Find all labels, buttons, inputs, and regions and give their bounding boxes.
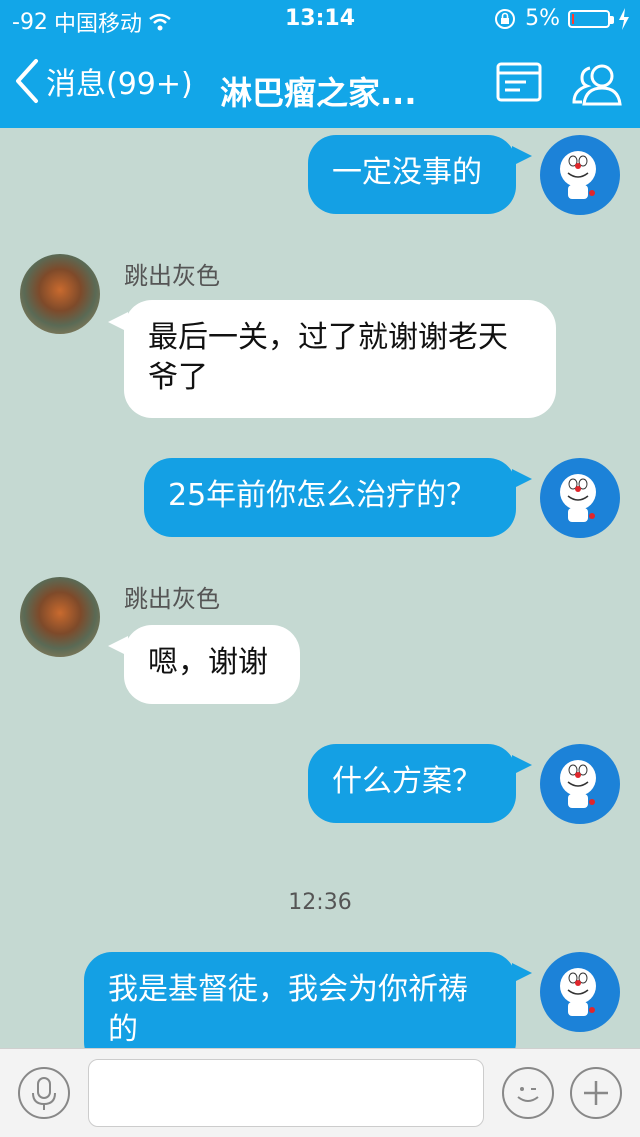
message-bubble-incoming[interactable]: 最后一关，过了就谢谢老天 爷了 xyxy=(124,300,556,418)
doraemon-avatar-icon xyxy=(560,968,596,1016)
message-timestamp: 12:36 xyxy=(288,890,352,915)
message-text: 25年前你怎么治疗的？ xyxy=(168,478,477,513)
bubble-tail xyxy=(108,312,128,332)
group-members-icon[interactable] xyxy=(570,62,626,106)
bubble-tail xyxy=(512,963,532,983)
message-text-line: 最后一关，过了就谢谢老天 xyxy=(148,320,508,355)
my-avatar[interactable] xyxy=(540,458,620,538)
sender-name: 跳出灰色 xyxy=(124,585,220,613)
bubble-tail xyxy=(108,636,128,656)
bubble-tail xyxy=(512,469,532,489)
message-text: 嗯，谢谢 xyxy=(148,645,268,680)
my-avatar[interactable] xyxy=(540,952,620,1032)
my-avatar[interactable] xyxy=(540,744,620,824)
doraemon-avatar-icon xyxy=(560,760,596,808)
input-bar xyxy=(0,1048,640,1137)
battery-percent: 5% xyxy=(525,6,560,31)
battery-level-fill xyxy=(572,13,574,24)
message-text: 什么方案？ xyxy=(332,764,482,799)
bubble-tail xyxy=(512,146,532,166)
sender-avatar[interactable] xyxy=(20,254,100,334)
status-bar: -92 中国移动 13:14 5% xyxy=(0,0,640,40)
back-label: 消息(99+) xyxy=(46,67,193,102)
message-text: 一定没事的 xyxy=(332,155,482,190)
top-bar: -92 中国移动 13:14 5% 消息(99+) 淋巴瘤之家... xyxy=(0,0,640,128)
sender-name: 跳出灰色 xyxy=(124,262,220,290)
microphone-icon xyxy=(32,1077,56,1110)
chat-title: 淋巴瘤之家... xyxy=(220,74,417,112)
battery-icon xyxy=(568,9,614,28)
nav-bar: 消息(99+) 淋巴瘤之家... xyxy=(0,40,640,128)
status-right: 5% xyxy=(493,6,630,31)
message-bubble-incoming[interactable]: 嗯，谢谢 xyxy=(124,625,300,704)
chat-settings-icon[interactable] xyxy=(496,62,542,102)
message-bubble-outgoing[interactable]: 我是基督徒，我会为你祈祷 的 xyxy=(84,952,516,1048)
chat-area[interactable]: 一定没事的 跳出灰色 最后一关，过了就谢谢老天 爷了 25年前你怎么治疗的？ 跳… xyxy=(0,128,640,1048)
emoji-button[interactable] xyxy=(502,1067,554,1119)
sender-avatar[interactable] xyxy=(20,577,100,657)
rotation-lock-icon xyxy=(495,8,516,29)
charging-icon xyxy=(619,7,629,30)
chevron-left-icon xyxy=(16,59,38,103)
message-text-line: 我是基督徒，我会为你祈祷 xyxy=(108,972,468,1007)
message-bubble-outgoing[interactable]: 一定没事的 xyxy=(308,135,516,214)
my-avatar[interactable] xyxy=(540,135,620,215)
plus-icon xyxy=(584,1081,608,1105)
bubble-tail xyxy=(512,755,532,775)
message-bubble-outgoing[interactable]: 什么方案？ xyxy=(308,744,516,823)
back-button[interactable]: 消息(99+) xyxy=(14,58,193,104)
emoji-icon xyxy=(517,1087,539,1102)
more-button[interactable] xyxy=(570,1067,622,1119)
message-input[interactable] xyxy=(88,1059,484,1127)
doraemon-avatar-icon xyxy=(560,474,596,522)
message-text-line: 爷了 xyxy=(148,360,208,395)
message-text-line: 的 xyxy=(108,1012,138,1047)
doraemon-avatar-icon xyxy=(560,151,596,199)
message-bubble-outgoing[interactable]: 25年前你怎么治疗的？ xyxy=(144,458,516,537)
voice-button[interactable] xyxy=(18,1067,70,1119)
